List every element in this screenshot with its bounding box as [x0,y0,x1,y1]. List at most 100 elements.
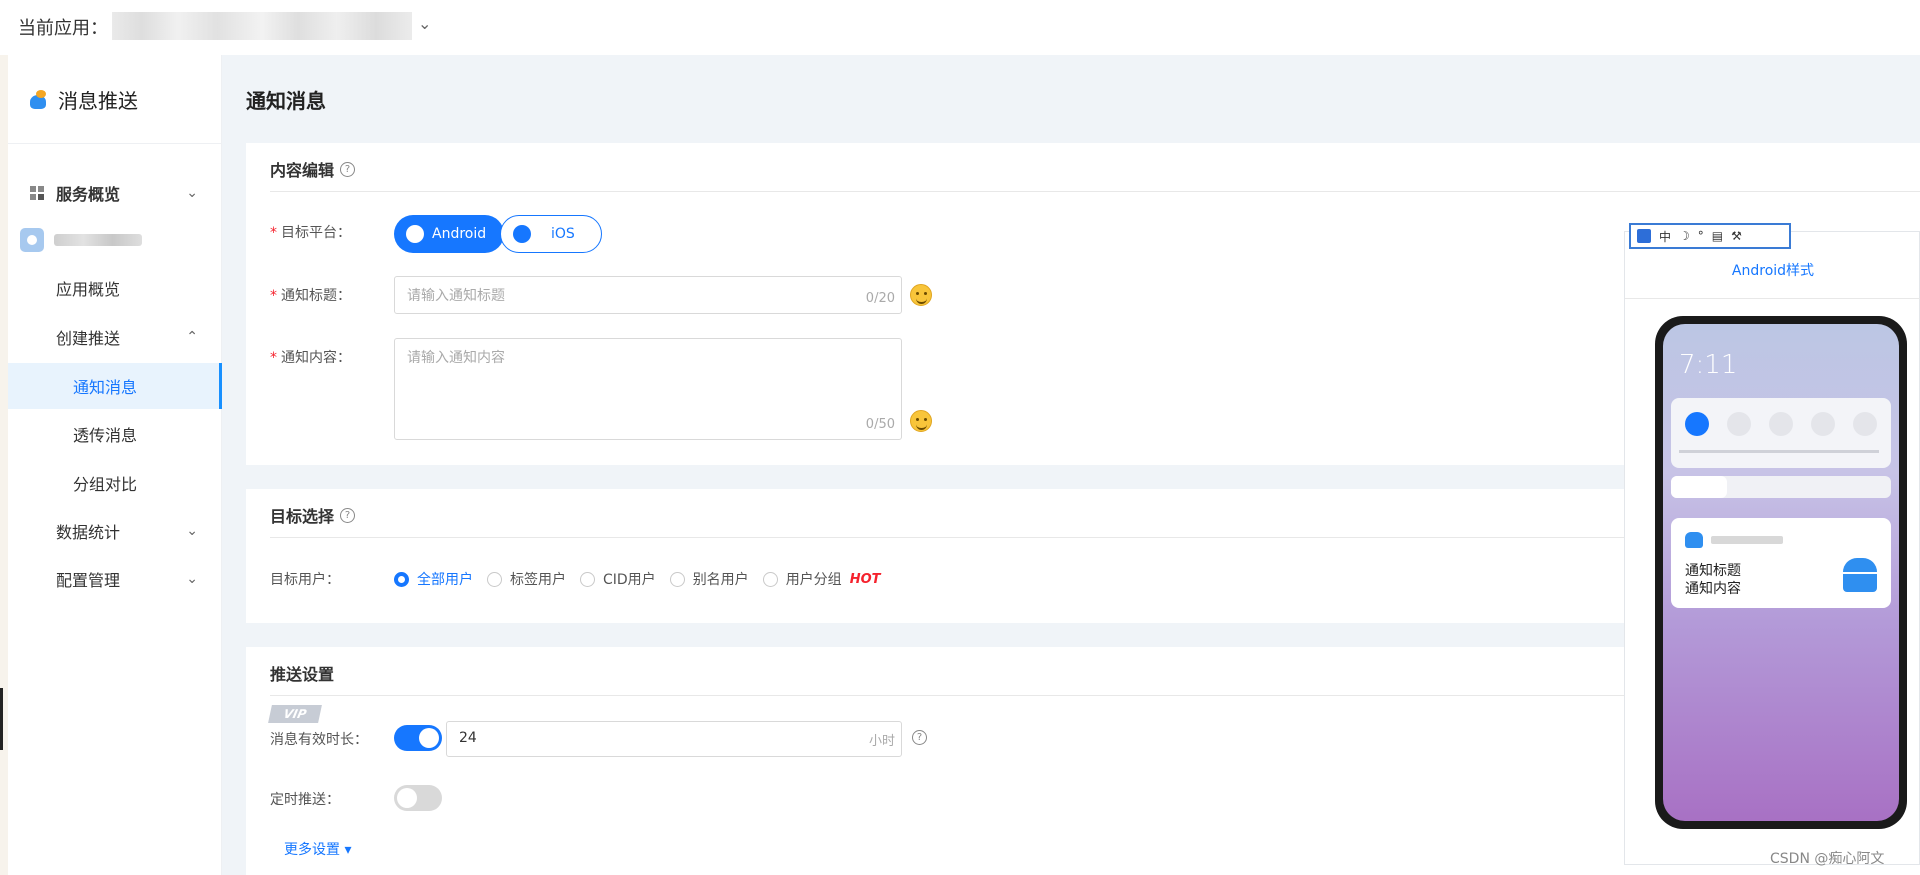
button-label: Android [432,226,487,242]
wifi-icon [1811,412,1835,436]
validity-toggle[interactable] [394,725,442,751]
page-title: 通知消息 [246,89,326,113]
sidebar-item-passthrough[interactable]: 透传消息 [8,411,222,457]
platform-label: * 目标平台： [270,222,351,242]
sidebar-item-label: 透传消息 [73,426,138,445]
phone-mockup: 7:11 通知标题 通知内容 [1655,316,1907,829]
required-mark: * [270,288,277,304]
ime-toolbar[interactable]: 中 ☽ ° ▤ ⚒ [1629,223,1791,249]
sidebar-item-app-overview[interactable]: 应用概览 [8,265,222,311]
platform-ios-button[interactable]: iOS [500,215,602,253]
app-name-blurred [54,234,142,246]
radio-circle [762,571,778,587]
notification-content: 通知内容 [1685,581,1741,597]
ime-language: 中 [1659,229,1672,244]
schedule-toggle[interactable] [394,785,442,811]
phone-screen: 7:11 通知标题 通知内容 [1663,324,1899,821]
hot-badge: HOT [849,571,881,587]
label-text: 目标平台： [281,225,351,241]
emoji-icon[interactable] [910,410,932,432]
chevron-down-icon: ⌄ [186,185,198,201]
watermark: CSDN @痴心阿文 [1770,851,1885,867]
top-bar: 当前应用： ⌄ [0,0,1920,55]
validity-label: 消息有效时长： [270,732,368,748]
app-icon [1685,532,1703,548]
status-line [1679,450,1879,453]
slider-fill [1671,476,1727,498]
notification-title: 通知标题 [1685,563,1741,579]
radio-circle [669,571,685,587]
at-icon [1769,412,1793,436]
brand: 消息推送 [28,85,138,114]
label-text: 通知内容： [281,350,351,366]
more-settings-link[interactable]: 更多设置 ▾ [284,839,351,859]
divider [270,191,1920,192]
android-icon [1843,558,1877,592]
radio-label: 用户分组 [785,572,842,588]
target-user-radios: 全部用户 标签用户 CID用户 别名用户 用户分组 HOT [394,569,881,589]
char-counter: 0/50 [865,417,895,432]
sidebar-item-notification[interactable]: 通知消息 [8,363,222,409]
platform-android-button[interactable]: Android [394,215,505,253]
chevron-down-icon: ⌄ [186,523,198,539]
android-icon [406,225,424,243]
bluetooth-icon [1685,412,1709,436]
radio-alias-users[interactable]: 别名用户 [669,569,749,589]
grid-icon [30,186,44,200]
current-app-label: 当前应用： [18,18,108,39]
sidebar-item-group-compare[interactable]: 分组对比 [8,460,222,506]
help-icon[interactable]: ? [340,507,356,523]
punctuation-icon: ° [1697,229,1704,243]
sidebar: 消息推送 服务概览 ⌄ 应用概览 创建推送 ⌃ 通知消息 透传消息 分组对比 数… [8,55,222,875]
radio-label: 标签用户 [510,572,566,588]
sidebar-item-create-push[interactable]: 创建推送 ⌃ [8,314,222,360]
sidebar-item-label: 应用概览 [56,280,121,299]
card-title-text: 目标选择 [270,507,335,526]
sidebar-item-config[interactable]: 配置管理 ⌄ [8,556,222,602]
validity-input[interactable]: 24 小时 [446,721,902,757]
radio-cid-users[interactable]: CID用户 [580,569,656,589]
preview-title: Android样式 [1731,263,1815,279]
required-mark: * [270,350,277,366]
target-user-label: 目标用户： [270,572,340,588]
notif-content-textarea[interactable]: 请输入通知内容 0/50 [394,338,902,440]
clock-text: 7:11 [1679,350,1738,380]
char-counter: 0/20 [865,291,895,306]
keyboard-icon: ▤ [1711,229,1724,243]
sidebar-item-app[interactable] [8,217,222,263]
chevron-down-icon[interactable]: ⌄ [418,14,431,33]
radio-all-users[interactable]: 全部用户 [394,569,473,589]
radio-circle [580,571,595,587]
chevron-up-icon: ⌃ [186,329,198,345]
quick-settings [1671,398,1891,468]
current-app-selector[interactable] [112,12,412,40]
notif-title-input[interactable]: 请输入通知标题 0/20 [394,276,902,314]
apple-icon [513,225,531,243]
sidebar-item-statistics[interactable]: 数据统计 ⌄ [8,508,222,554]
notif-title-label: * 通知标题： [270,285,351,305]
placeholder: 请输入通知标题 [407,288,505,304]
push-logo-icon [28,89,50,111]
unit-label: 小时 [868,734,895,749]
placeholder: 请输入通知内容 [407,350,505,366]
moon-icon: ☽ [1679,229,1690,243]
schedule-label: 定时推送： [270,792,340,808]
tool-icon: ⚒ [1731,229,1742,243]
card-title-text: 内容编辑 [270,161,335,180]
radio-user-group[interactable]: 用户分组 HOT [762,569,881,589]
sidebar-item-service-overview[interactable]: 服务概览 ⌄ [8,170,222,216]
flashlight-icon [1853,412,1877,436]
emoji-icon[interactable] [910,284,932,306]
app-name-blurred [1711,536,1783,544]
radio-tag-users[interactable]: 标签用户 [487,569,566,589]
help-icon[interactable]: ? [340,161,356,177]
button-label: iOS [551,226,575,242]
app-icon [20,228,44,252]
sidebar-item-label: 创建推送 [56,329,121,348]
left-strip [0,55,8,875]
battery-icon [1727,412,1751,436]
sidebar-item-label: 数据统计 [56,523,121,542]
edge-marker [0,688,3,750]
sidebar-item-label: 配置管理 [56,571,121,590]
help-icon[interactable]: ? [912,730,927,745]
